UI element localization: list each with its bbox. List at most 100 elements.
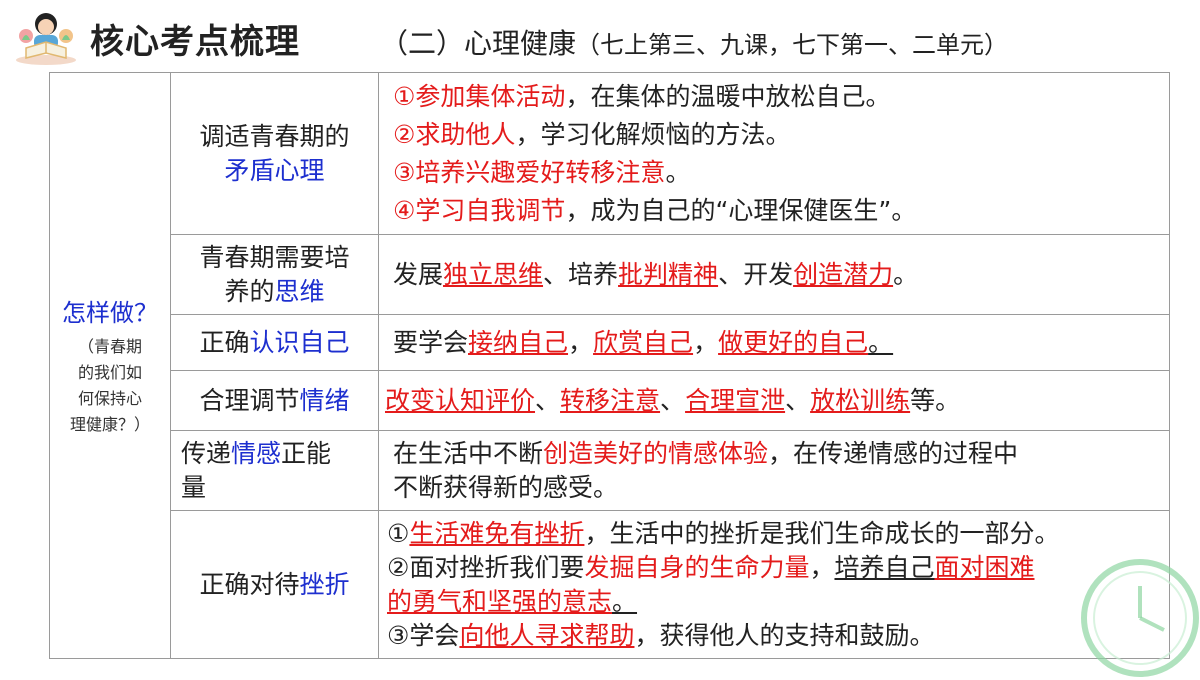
content-keyword: 批判精神	[618, 259, 719, 289]
topic-line: 传递情感正能	[181, 437, 378, 471]
content-text: 、开发	[718, 259, 794, 289]
item-keyword: 生活难免有挫折	[409, 518, 585, 548]
item-keyword: 求助他人	[415, 119, 516, 149]
item-number: ③	[387, 620, 410, 650]
topic-line: 合理调节情绪	[171, 384, 378, 418]
item-keyword: 培养兴趣爱好转移注意	[415, 157, 666, 187]
item-keyword: 面对困难	[934, 552, 1035, 582]
topic-cell: 传递情感正能 量	[170, 430, 379, 511]
topic-keyword: 情绪	[299, 385, 350, 415]
item-text: ，在集体的温暖中放松自己。	[565, 81, 891, 111]
content-text: 。	[868, 327, 894, 357]
item-number: ①	[387, 518, 410, 548]
item-text: ，获得他人的支持和鼓励。	[634, 620, 935, 650]
content-text: 、	[535, 385, 561, 415]
item-keyword: 参加集体活动	[415, 81, 566, 111]
table-row: 合理调节情绪 改变认知评价、转移注意、合理宣泄、放松训练等。	[50, 370, 1170, 431]
main-title: 核心考点梳理	[90, 22, 300, 62]
content-cell: 要学会接纳自己，欣赏自己，做更好的自己。	[378, 314, 1170, 371]
topic-text: 传递	[181, 438, 232, 468]
section-title-text: （二）心理健康	[380, 27, 577, 60]
content-line: 在生活中不断创造美好的情感体验，在传递情感的过程中	[393, 437, 1169, 471]
content-keyword: 放松训练	[810, 385, 911, 415]
content-text: 、培养	[543, 259, 619, 289]
side-note-line: 理健康？）	[69, 415, 150, 434]
topic-text: 养的	[224, 276, 275, 306]
content-line: ③培养兴趣爱好转移注意。	[393, 154, 1169, 192]
topic-line: 正确认识自己	[171, 326, 378, 360]
content-line: ①生活难免有挫折，生活中的挫折是我们生命成长的一部分。	[387, 517, 1169, 551]
item-number: ②	[387, 552, 410, 582]
content-text: ，	[693, 327, 719, 357]
content-keyword: 合理宣泄	[685, 385, 786, 415]
table-row: 怎样做？ （青春期 的我们如 何保持心 理健康？） 调适青春期的 矛盾心理 ①参…	[49, 72, 1170, 659]
topic-line: 青春期需要培	[199, 242, 350, 272]
side-note-line: （青春期	[77, 337, 142, 356]
content-text: ，在传递情感的过程中	[768, 438, 1019, 468]
content-keyword: 独立思维	[443, 259, 544, 289]
topic-line: 养的思维	[171, 275, 378, 309]
item-number: ③	[393, 157, 416, 187]
content-keyword: 转移注意	[560, 385, 661, 415]
content-keyword: 接纳自己	[468, 327, 569, 357]
item-keyword: 发掘自身的生命力量	[584, 552, 810, 582]
content-text: 、	[660, 385, 686, 415]
topic-cell: 调适青春期的 矛盾心理	[170, 72, 379, 235]
content-text: 要学会	[393, 327, 469, 357]
item-number: ④	[393, 195, 416, 225]
topic-cell: 青春期需要培 养的思维	[170, 234, 379, 315]
content-line: ④学习自我调节，成为自己的“心理保健医生”。	[393, 192, 1169, 230]
topic-line: 调适青春期的	[199, 121, 350, 151]
content-keyword: 创造潜力	[793, 259, 894, 289]
side-note: （青春期 的我们如 何保持心 理健康？）	[50, 334, 170, 438]
content-line: ①参加集体活动，在集体的温暖中放松自己。	[393, 78, 1169, 116]
topic-keyword: 矛盾心理	[224, 155, 325, 185]
reading-student-logo-icon	[16, 13, 76, 65]
topic-text: 正确对待	[199, 569, 300, 599]
item-text: ，生活中的挫折是我们生命成长的一部分。	[584, 518, 1060, 548]
topic-cell: 合理调节情绪	[170, 370, 379, 431]
topic-line: 正确对待挫折	[171, 568, 378, 602]
content-cell: ①参加集体活动，在集体的温暖中放松自己。 ②求助他人，学习化解烦恼的方法。 ③培…	[378, 72, 1170, 235]
content-line: 要学会接纳自己，欣赏自己，做更好的自己。	[393, 324, 1169, 362]
item-text: ，学习化解烦恼的方法。	[515, 119, 791, 149]
content-keyword: 改变认知评价	[385, 385, 536, 415]
section-title: （二）心理健康（七上第三、九课，七下第一、二单元）	[380, 22, 1008, 62]
item-keyword: 向他人寻求帮助	[459, 620, 635, 650]
side-heading: 怎样做？	[62, 299, 158, 327]
side-note-line: 何保持心	[77, 389, 142, 408]
topic-cell: 正确对待挫折	[170, 510, 379, 659]
content-text: 、	[785, 385, 811, 415]
topic-text: 正确	[199, 327, 250, 357]
content-keyword: 创造美好的情感体验	[543, 438, 769, 468]
content-line: ③学会向他人寻求帮助，获得他人的支持和鼓励。	[387, 619, 1169, 653]
content-line: 不断获得新的感受。	[393, 472, 619, 502]
content-line: 发展独立思维、培养批判精神、开发创造潜力。	[393, 256, 1169, 294]
topic-text: 正能	[281, 438, 332, 468]
content-cell: 在生活中不断创造美好的情感体验，在传递情感的过程中 不断获得新的感受。	[378, 430, 1170, 511]
content-text: 。	[893, 259, 919, 289]
side-heading-cell: 怎样做？ （青春期 的我们如 何保持心 理健康？）	[49, 72, 171, 659]
item-number: ①	[393, 81, 416, 111]
item-text: ，	[809, 552, 835, 582]
content-text: ，	[568, 327, 594, 357]
content-cell: ①生活难免有挫折，生活中的挫折是我们生命成长的一部分。 ②面对挫折我们要发掘自身…	[378, 510, 1170, 659]
content-keyword: 做更好的自己	[718, 327, 869, 357]
side-note-line: 的我们如	[77, 363, 142, 382]
item-keyword: 学习自我调节	[415, 195, 566, 225]
topic-keyword: 思维	[274, 276, 325, 306]
topic-text: 合理调节	[199, 385, 300, 415]
topic-keyword: 挫折	[299, 569, 350, 599]
content-text: 发展	[393, 259, 444, 289]
summary-table: 怎样做？ （青春期 的我们如 何保持心 理健康？） 调适青春期的 矛盾心理 ①参…	[49, 72, 1170, 659]
content-line: 改变认知评价、转移注意、合理宣泄、放松训练等。	[385, 382, 1169, 420]
content-keyword: 欣赏自己	[593, 327, 694, 357]
item-text: 。	[665, 157, 691, 187]
content-cell: 改变认知评价、转移注意、合理宣泄、放松训练等。	[378, 370, 1170, 431]
content-line: 的勇气和坚强的意志。	[387, 585, 1169, 619]
header: 核心考点梳理 （二）心理健康（七上第三、九课，七下第一、二单元）	[0, 0, 1200, 70]
table-row: 正确对待挫折 ①生活难免有挫折，生活中的挫折是我们生命成长的一部分。 ②面对挫折…	[50, 510, 1170, 659]
content-cell: 发展独立思维、培养批判精神、开发创造潜力。	[378, 234, 1170, 315]
item-number: ②	[393, 119, 416, 149]
content-text: 在生活中不断	[393, 438, 544, 468]
